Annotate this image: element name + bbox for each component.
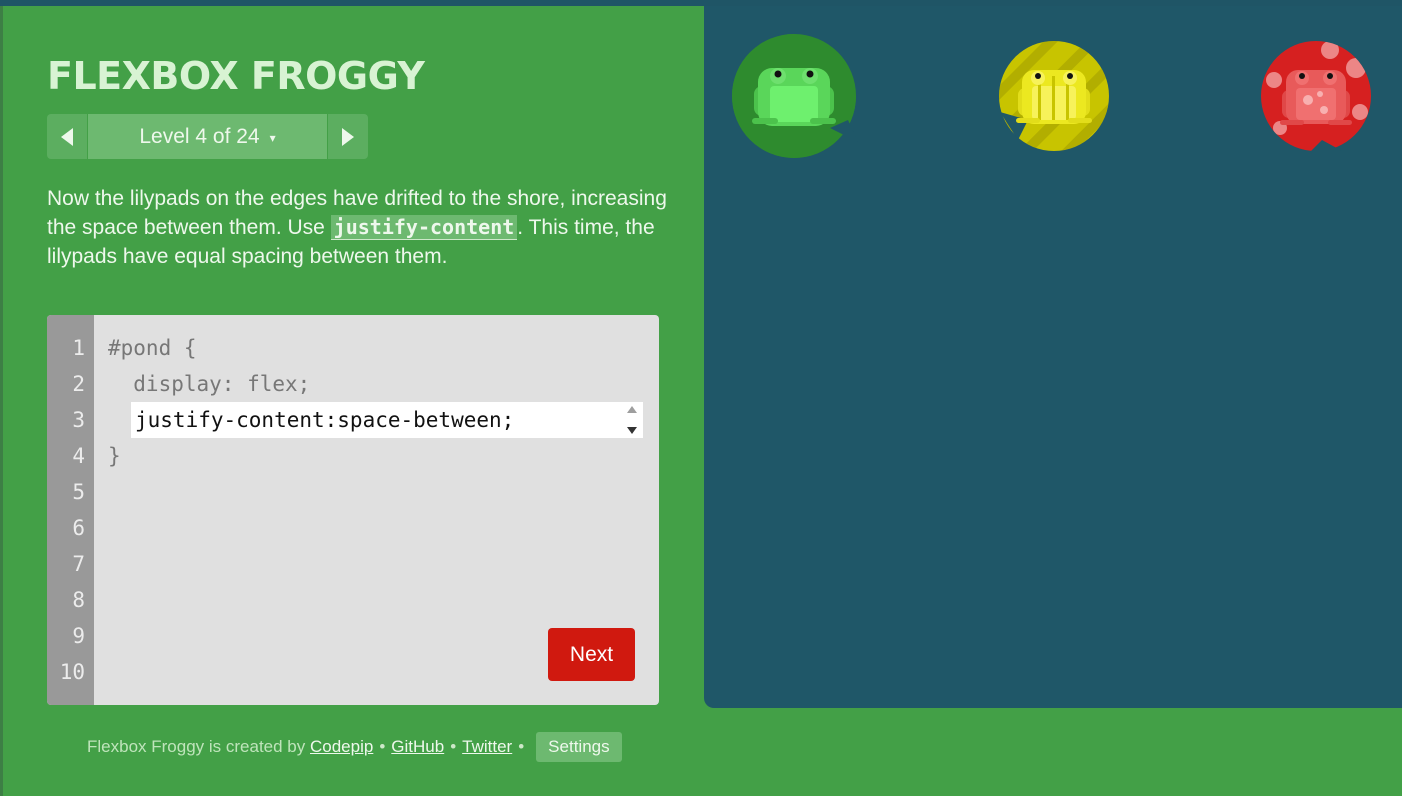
line-number: 2	[72, 372, 85, 396]
twitter-link[interactable]: Twitter	[462, 737, 512, 757]
green-frog-icon	[752, 68, 836, 126]
footer-separator: •	[379, 737, 386, 756]
settings-button[interactable]: Settings	[536, 732, 622, 762]
page-title: FLEXBOX FROGGY	[47, 54, 425, 98]
red-lilypad	[1261, 41, 1371, 152]
line-number: 9	[72, 624, 85, 648]
spinner-up-icon[interactable]	[627, 406, 637, 413]
left-edge	[0, 6, 3, 796]
triangle-left-icon	[61, 127, 73, 146]
footer-separator: •	[450, 737, 457, 756]
css-input[interactable]	[131, 402, 611, 438]
footer-credit: Flexbox Froggy is created by	[87, 737, 306, 756]
codepip-link[interactable]: Codepip	[310, 737, 373, 757]
code-line-selector: #pond {	[108, 336, 197, 360]
yellow-frog-icon	[1016, 70, 1092, 124]
footer: Flexbox Froggy is created by Codepip • G…	[87, 732, 622, 762]
caret-down-icon: ▾	[269, 130, 276, 145]
green-lilypad	[732, 34, 858, 158]
line-number: 3	[72, 408, 85, 432]
line-number: 10	[59, 660, 85, 684]
next-level-button[interactable]	[327, 114, 368, 159]
line-number: 7	[72, 552, 85, 576]
spinner-down-icon[interactable]	[627, 427, 637, 434]
code-editor: 1 2 3 4 5 6 7 8 9 10 #pond { display: fl…	[47, 315, 659, 705]
line-gutter: 1 2 3 4 5 6 7 8 9 10	[47, 315, 94, 705]
line-number: 8	[72, 588, 85, 612]
input-spinner[interactable]	[625, 406, 639, 434]
level-nav: Level 4 of 24 ▾	[47, 114, 368, 159]
previous-level-button[interactable]	[47, 114, 88, 159]
github-link[interactable]: GitHub	[391, 737, 444, 757]
line-number: 6	[72, 516, 85, 540]
css-input-wrapper	[131, 402, 643, 438]
pond	[704, 6, 1402, 708]
footer-separator: •	[518, 737, 525, 756]
level-indicator[interactable]: Level 4 of 24 ▾	[88, 114, 327, 159]
code-term[interactable]: justify-content	[330, 215, 518, 240]
line-number: 4	[72, 444, 85, 468]
line-number: 1	[72, 336, 85, 360]
code-line-close: }	[108, 444, 121, 468]
triangle-right-icon	[342, 127, 354, 146]
line-number: 5	[72, 480, 85, 504]
code-line-display: display: flex;	[108, 372, 311, 396]
yellow-lilypad	[999, 41, 1109, 151]
instructions: Now the lilypads on the edges have drift…	[47, 184, 667, 271]
next-button[interactable]: Next	[548, 628, 635, 681]
level-label: Level 4 of 24	[139, 124, 260, 148]
red-frog-icon	[1280, 70, 1352, 125]
